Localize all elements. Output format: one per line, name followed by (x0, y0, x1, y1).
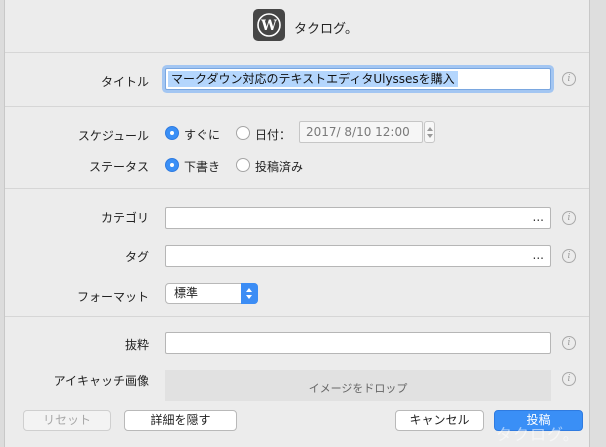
info-icon[interactable]: i (562, 372, 576, 386)
excerpt-input[interactable] (165, 332, 551, 354)
title-label: タイトル (100, 75, 149, 89)
divider (5, 188, 589, 189)
info-icon[interactable]: i (562, 72, 576, 86)
category-label: カテゴリ (100, 211, 149, 225)
category-more-button[interactable]: ... (533, 210, 544, 224)
status-draft-label[interactable]: 下書き (184, 158, 220, 175)
divider (5, 52, 589, 53)
blog-title: タクログ。 (294, 22, 358, 37)
schedule-now-radio[interactable] (165, 126, 179, 140)
title-input-text[interactable]: マークダウン対応のテキストエディタUlyssesを購入 (168, 71, 458, 87)
schedule-date-radio[interactable] (236, 126, 250, 140)
divider (5, 316, 589, 317)
date-stepper[interactable] (424, 121, 435, 143)
featured-image-label: アイキャッチ画像 (53, 374, 149, 388)
status-published-radio[interactable] (236, 158, 250, 172)
featured-image-dropzone[interactable]: イメージをドロップ (165, 370, 551, 402)
info-icon[interactable]: i (562, 249, 576, 263)
stepper-up-icon[interactable] (427, 127, 433, 131)
info-icon[interactable]: i (562, 336, 576, 350)
post-dialog: W タクログ。 タイトル マークダウン対応のテキストエディタUlyssesを購入… (4, 0, 590, 447)
status-label: ステータス (88, 160, 149, 174)
svg-text:W: W (260, 18, 277, 34)
status-draft-radio[interactable] (165, 158, 179, 172)
status-published-label[interactable]: 投稿済み (255, 158, 303, 175)
stepper-down-icon[interactable] (427, 134, 433, 138)
reset-button[interactable]: リセット (23, 410, 111, 431)
watermark: タクログ。 (496, 425, 580, 444)
format-value: 標準 (174, 286, 199, 300)
cancel-button[interactable]: キャンセル (395, 410, 484, 431)
schedule-date-label[interactable]: 日付： (255, 126, 291, 143)
info-icon[interactable]: i (562, 211, 576, 225)
hide-details-button[interactable]: 詳細を隠す (124, 410, 237, 431)
wordpress-icon: W (253, 9, 285, 41)
schedule-now-label[interactable]: すぐに (184, 126, 220, 143)
title-input[interactable]: マークダウン対応のテキストエディタUlyssesを購入 (165, 68, 551, 90)
tag-label: タグ (124, 250, 149, 264)
schedule-date-field[interactable]: 2017/ 8/10 12:00 (299, 121, 423, 143)
format-label: フォーマット (76, 290, 149, 304)
tag-field[interactable]: ... (165, 245, 551, 267)
tag-more-button[interactable]: ... (533, 248, 544, 262)
category-field[interactable]: ... (165, 207, 551, 229)
background-window-right (590, 0, 606, 447)
format-select[interactable]: 標準 (165, 283, 258, 304)
dialog-header: W タクログ。 (5, 0, 589, 52)
schedule-label: スケジュール (77, 129, 149, 143)
chevron-updown-icon[interactable] (241, 283, 258, 304)
excerpt-label: 抜粋 (124, 338, 149, 352)
divider (5, 106, 589, 107)
